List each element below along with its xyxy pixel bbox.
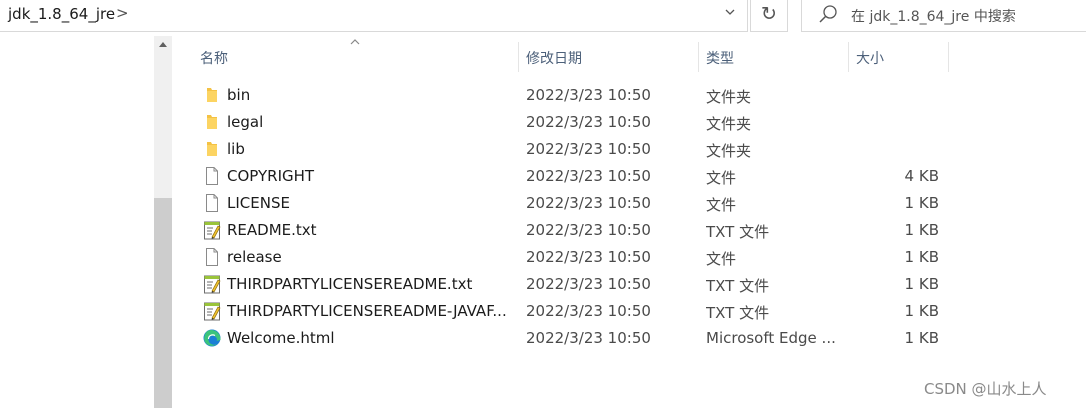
file-name: Welcome.html: [227, 329, 335, 347]
file-size: 1 KB: [904, 329, 939, 347]
file-type: 文件夹: [706, 115, 752, 133]
file-row[interactable]: LICENSE 2022/3/23 10:50 文件 1 KB: [190, 189, 950, 216]
search-placeholder: 在 jdk_1.8_64_jre 中搜索: [851, 9, 1016, 25]
watermark: CSDN @山水上人: [924, 380, 1047, 398]
column-header-type-label: 类型: [706, 51, 734, 67]
file-name: lib: [227, 140, 245, 158]
file-row[interactable]: THIRDPARTYLICENSEREADME-JAVAF... 2022/3/2…: [190, 297, 950, 324]
sort-ascending-icon: [350, 36, 360, 49]
folder-icon: [202, 112, 222, 132]
file-list: bin 2022/3/23 10:50 文件夹 legal 2022/3/23 10:5…: [190, 81, 950, 351]
file-size: 1 KB: [904, 194, 939, 212]
file-row[interactable]: README.txt 2022/3/23 10:50 TXT 文件 1 KB: [190, 216, 950, 243]
address-toolbar: jdk_1.8_64_jre > ↻ 在 jdk_1.8_64_jre 中搜索: [0, 0, 1086, 34]
file-row[interactable]: bin 2022/3/23 10:50 文件夹: [190, 81, 950, 108]
file-row[interactable]: lib 2022/3/23 10:50 文件夹: [190, 135, 950, 162]
refresh-icon: ↻: [761, 3, 777, 25]
file-name: bin: [227, 86, 251, 104]
text-file-icon: [202, 274, 222, 294]
file-name: release: [227, 248, 282, 266]
file-name: COPYRIGHT: [227, 167, 315, 185]
file-date: 2022/3/23 10:50: [526, 329, 651, 347]
file-row[interactable]: release 2022/3/23 10:50 文件 1 KB: [190, 243, 950, 270]
folder-icon: [202, 85, 222, 105]
file-date: 2022/3/23 10:50: [526, 86, 651, 104]
file-name: LICENSE: [227, 194, 290, 212]
file-date: 2022/3/23 10:50: [526, 113, 651, 131]
column-divider[interactable]: [518, 42, 519, 72]
file-icon: [202, 166, 222, 186]
file-type: TXT 文件: [706, 223, 770, 241]
file-row[interactable]: THIRDPARTYLICENSEREADME.txt 2022/3/23 10:…: [190, 270, 950, 297]
column-divider[interactable]: [698, 42, 699, 72]
search-icon: [818, 4, 838, 26]
address-history-dropdown-icon[interactable]: [718, 5, 742, 27]
refresh-button[interactable]: ↻: [750, 0, 788, 32]
file-type: 文件: [706, 250, 737, 268]
column-header-name-label: 名称: [200, 51, 228, 67]
column-header-type[interactable]: 类型: [706, 36, 846, 74]
column-divider[interactable]: [948, 42, 949, 72]
file-date: 2022/3/23 10:50: [526, 194, 651, 212]
address-bar[interactable]: jdk_1.8_64_jre >: [0, 0, 748, 32]
navigation-pane-scrollbar[interactable]: [154, 36, 172, 408]
file-size: 1 KB: [904, 275, 939, 293]
file-size: 4 KB: [904, 167, 939, 185]
file-date: 2022/3/23 10:50: [526, 140, 651, 158]
file-date: 2022/3/23 10:50: [526, 221, 651, 239]
file-date: 2022/3/23 10:50: [526, 167, 651, 185]
scroll-up-arrow-icon[interactable]: [154, 40, 172, 56]
edge-icon: [202, 328, 222, 348]
file-type: TXT 文件: [706, 277, 770, 295]
file-row[interactable]: legal 2022/3/23 10:50 文件夹: [190, 108, 950, 135]
column-header-size[interactable]: 大小: [856, 36, 946, 74]
file-type: 文件: [706, 169, 737, 187]
scrollbar-thumb[interactable]: [154, 198, 172, 408]
file-size: 1 KB: [904, 248, 939, 266]
file-name: THIRDPARTYLICENSEREADME-JAVAF...: [227, 302, 507, 320]
file-size: 1 KB: [904, 302, 939, 320]
column-divider[interactable]: [848, 42, 849, 72]
file-icon: [202, 193, 222, 213]
column-header-size-label: 大小: [856, 51, 884, 67]
file-type: 文件夹: [706, 142, 752, 160]
breadcrumb-chevron-icon[interactable]: >: [116, 4, 129, 22]
text-file-icon: [202, 301, 222, 321]
file-row[interactable]: COPYRIGHT 2022/3/23 10:50 文件 4 KB: [190, 162, 950, 189]
file-type: TXT 文件: [706, 304, 770, 322]
file-date: 2022/3/23 10:50: [526, 275, 651, 293]
text-file-icon: [202, 220, 222, 240]
file-icon: [202, 247, 222, 267]
file-name: README.txt: [227, 221, 317, 239]
file-date: 2022/3/23 10:50: [526, 248, 651, 266]
file-date: 2022/3/23 10:50: [526, 302, 651, 320]
file-type: 文件: [706, 196, 737, 214]
file-size: 1 KB: [904, 221, 939, 239]
column-header-date[interactable]: 修改日期: [526, 36, 696, 74]
file-name: THIRDPARTYLICENSEREADME.txt: [227, 275, 473, 293]
file-type: 文件夹: [706, 88, 752, 106]
file-name: legal: [227, 113, 264, 131]
breadcrumb-path[interactable]: jdk_1.8_64_jre: [8, 5, 115, 23]
folder-icon: [202, 139, 222, 159]
file-row[interactable]: Welcome.html 2022/3/23 10:50 Microsoft Edg…: [190, 324, 950, 351]
column-headers: 名称 修改日期 类型 大小: [190, 36, 950, 74]
search-input[interactable]: 在 jdk_1.8_64_jre 中搜索: [801, 0, 1086, 32]
column-header-date-label: 修改日期: [526, 51, 582, 67]
file-type: Microsoft Edge ...: [706, 329, 836, 347]
